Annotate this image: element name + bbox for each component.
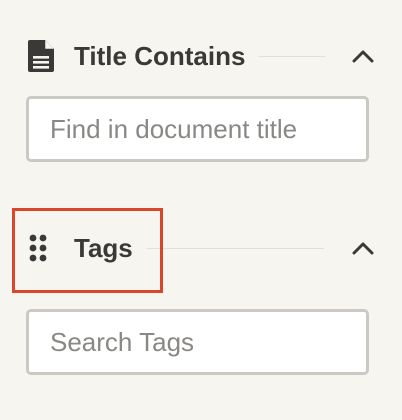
divider [259, 55, 326, 57]
title-search-input[interactable] [29, 99, 366, 159]
tags-header: Tags [28, 226, 378, 270]
divider [146, 247, 324, 249]
tags-search-field [26, 309, 369, 375]
drag-handle-icon[interactable] [28, 231, 62, 265]
title-search-field [26, 96, 369, 162]
title-contains-header: Title Contains [28, 34, 378, 78]
section-title: Tags [74, 232, 133, 263]
chevron-up-icon [352, 242, 374, 255]
chevron-up-icon [352, 50, 374, 63]
collapse-title-section-button[interactable] [348, 41, 378, 71]
section-title: Title Contains [74, 40, 246, 71]
collapse-tags-section-button[interactable] [348, 233, 378, 263]
tags-search-input[interactable] [29, 312, 366, 372]
document-icon [28, 39, 62, 73]
filter-panel: Title Contains Tags [0, 0, 402, 420]
